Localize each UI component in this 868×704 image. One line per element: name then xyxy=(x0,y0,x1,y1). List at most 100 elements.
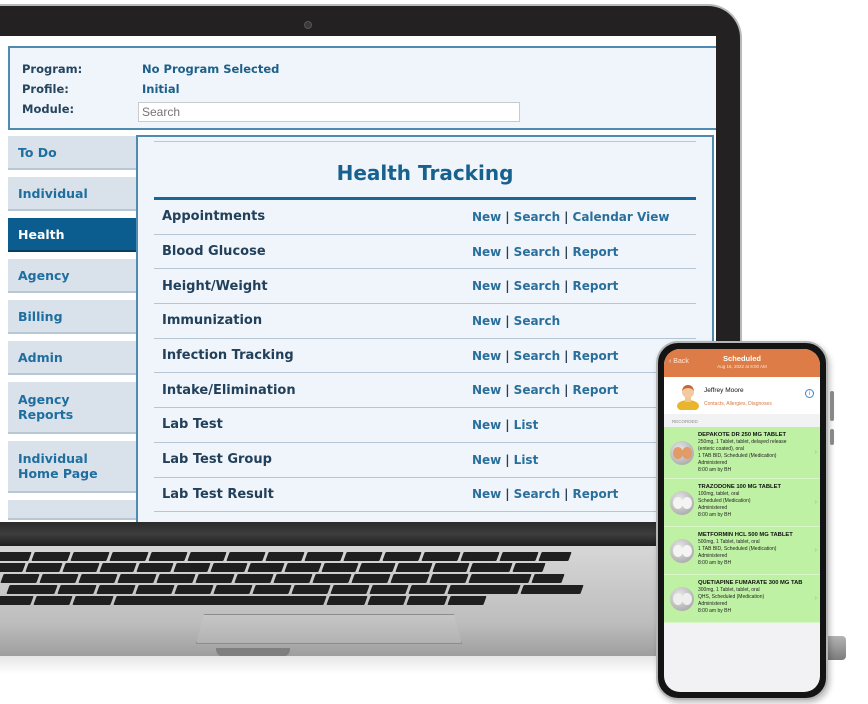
keyboard-key xyxy=(0,574,40,583)
keyboard-key xyxy=(406,596,448,605)
new-link[interactable]: New xyxy=(472,383,501,397)
keyboard-key xyxy=(343,552,383,561)
context-panel: Program: No Program Selected Profile: In… xyxy=(8,46,716,130)
module-search-input[interactable] xyxy=(138,102,520,122)
medication-item[interactable]: DEPAKOTE DR 250 MG TABLET 250mg, 1 Tablet… xyxy=(664,427,820,479)
keyboard-key xyxy=(367,596,407,605)
new-link[interactable]: New xyxy=(472,245,501,259)
profile-row: Profile: Initial xyxy=(22,82,180,96)
keyboard-key xyxy=(148,552,188,561)
list-link[interactable]: List xyxy=(514,418,539,432)
keyboard-key xyxy=(135,585,175,594)
phone-stand xyxy=(826,636,846,660)
sidebar-item-health[interactable]: Health xyxy=(8,218,136,252)
keyboard-key xyxy=(520,585,584,594)
tracking-row-name: Infection Tracking xyxy=(162,348,294,364)
new-link[interactable]: New xyxy=(472,349,501,363)
report-link[interactable]: Report xyxy=(573,487,619,501)
medication-detail: Administered xyxy=(698,601,728,607)
new-link[interactable]: New xyxy=(472,418,501,432)
calendar-view-link[interactable]: Calendar View xyxy=(573,210,670,224)
keyboard-key xyxy=(57,585,97,594)
tracking-row-links: New | Search xyxy=(472,314,560,328)
medication-detail: 8:00 am by BH xyxy=(698,560,732,566)
report-link[interactable]: Report xyxy=(573,349,619,363)
tracking-row-immunization: Immunization New | Search xyxy=(154,304,696,339)
search-link[interactable]: Search xyxy=(514,349,560,363)
new-link[interactable]: New xyxy=(472,314,501,328)
medication-name: QUETIAPINE FUMARATE 300 MG TAB xyxy=(698,580,803,586)
medication-detail: Scheduled (Medication) xyxy=(698,498,751,504)
phone-subtitle: Aug 16, 2022 at 8:00 AM xyxy=(717,364,767,369)
tracking-row-infection-tracking: Infection Tracking New | Search | Report xyxy=(154,339,696,374)
link-separator: | xyxy=(564,487,569,502)
program-value[interactable]: No Program Selected xyxy=(142,62,279,76)
search-link[interactable]: Search xyxy=(514,314,560,328)
info-icon[interactable]: i xyxy=(805,389,814,398)
medication-detail: 8:00 am by BH xyxy=(698,512,732,518)
sidebar-item-agency-reports[interactable]: Agency Reports xyxy=(8,382,136,434)
keyboard-key xyxy=(291,585,331,594)
tracking-row-lab-test-result: Lab Test Result New | Search | Report xyxy=(154,478,696,513)
sidebar-item-billing[interactable]: Billing xyxy=(8,300,136,334)
search-link[interactable]: Search xyxy=(514,383,560,397)
sidebar-item-to-do[interactable]: To Do xyxy=(8,136,136,170)
keyboard-key xyxy=(78,574,118,583)
profile-value[interactable]: Initial xyxy=(142,82,180,96)
patient-avatar-icon xyxy=(677,385,699,410)
keyboard-key xyxy=(369,585,409,594)
health-tracking-panel: Health Tracking Appointments New | Search | C… xyxy=(136,135,714,522)
keyboard-key xyxy=(156,574,196,583)
keyboard-key xyxy=(62,563,100,572)
link-separator: | xyxy=(505,487,510,502)
keyboard-key xyxy=(284,563,322,572)
new-link[interactable]: New xyxy=(472,453,501,467)
search-link[interactable]: Search xyxy=(514,210,560,224)
medication-item[interactable]: QUETIAPINE FUMARATE 300 MG TAB 300mg, 1 T… xyxy=(664,575,820,623)
report-link[interactable]: Report xyxy=(573,245,619,259)
list-link[interactable]: List xyxy=(514,453,539,467)
patient-links[interactable]: Contacts, Allergies, Diagnoses xyxy=(704,401,772,407)
medication-detail: Administered xyxy=(698,505,728,511)
pill-image-icon xyxy=(670,538,694,563)
search-link[interactable]: Search xyxy=(514,245,560,259)
report-link[interactable]: Report xyxy=(573,279,619,293)
chevron-right-icon: › xyxy=(814,498,817,506)
tracking-row-links: New | Search | Report xyxy=(472,487,618,501)
tracking-row-lab-test: Lab Test New | List xyxy=(154,408,696,443)
sidebar-item-label: Agency Reports xyxy=(18,392,74,422)
keyboard-key xyxy=(273,574,313,583)
sidebar-item-admin[interactable]: Admin xyxy=(8,341,136,375)
new-link[interactable]: New xyxy=(472,279,501,293)
report-link[interactable]: Report xyxy=(573,383,619,397)
medication-detail: 250mg, 1 Tablet, tablet, delayed release xyxy=(698,439,787,445)
medication-name: TRAZODONE 100 MG TABLET xyxy=(698,484,781,490)
new-link[interactable]: New xyxy=(472,487,501,501)
tracking-row-links: New | Search | Report xyxy=(472,279,618,293)
keyboard-key xyxy=(0,552,32,561)
link-separator: | xyxy=(505,383,510,398)
search-link[interactable]: Search xyxy=(514,487,560,501)
medication-item[interactable]: METFORMIN HCL 500 MG TABLET 500mg, 1 Tabl… xyxy=(664,527,820,575)
new-link[interactable]: New xyxy=(472,210,501,224)
tracking-row-links: New | Search | Report xyxy=(472,383,618,397)
chevron-right-icon: › xyxy=(814,594,817,602)
keyboard-key xyxy=(99,563,137,572)
link-separator: | xyxy=(564,348,569,363)
sidebar-item-more[interactable] xyxy=(8,500,136,520)
sidebar-item-agency[interactable]: Agency xyxy=(8,259,136,293)
keyboard-key xyxy=(25,563,63,572)
keyboard-key xyxy=(304,552,344,561)
medication-item[interactable]: TRAZODONE 100 MG TABLET 100mg, tablet, or… xyxy=(664,479,820,527)
tracking-row-appointments: Appointments New | Search | Calendar View xyxy=(154,200,696,235)
phone-side-button xyxy=(830,429,834,445)
search-link[interactable]: Search xyxy=(514,279,560,293)
sidebar-item-individual[interactable]: Individual xyxy=(8,177,136,211)
patient-header: Jeffrey Moore Contacts, Allergies, Diagn… xyxy=(664,377,820,414)
link-separator: | xyxy=(505,417,510,432)
sidebar-item-individual-home-page[interactable]: Individual Home Page xyxy=(8,441,136,493)
keyboard-key xyxy=(72,596,114,605)
link-separator: | xyxy=(564,383,569,398)
keyboard-key xyxy=(0,563,26,572)
keyboard-key xyxy=(136,563,174,572)
